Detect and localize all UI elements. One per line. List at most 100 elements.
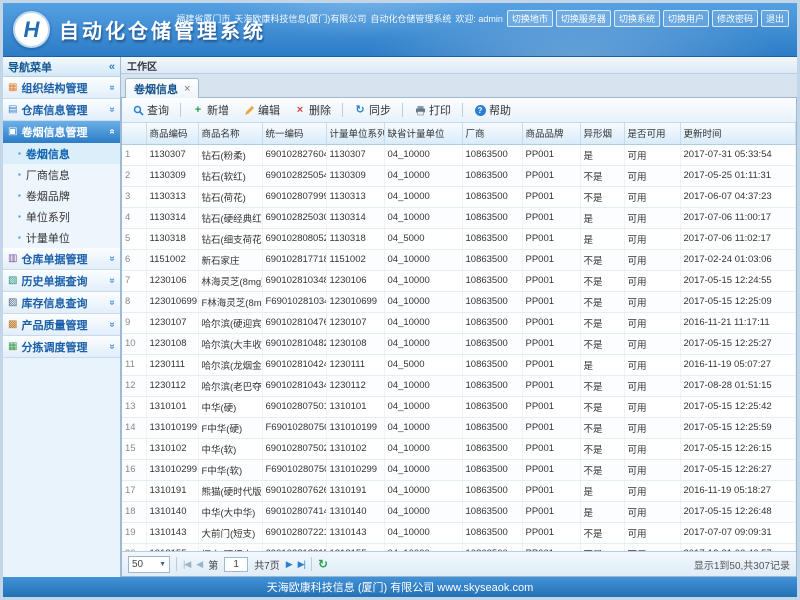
column-header[interactable]: 统一编码 [262,123,326,144]
manufacturer: 10863500 [462,270,522,291]
product-name: 哈尔滨(老巴夺) [198,375,262,396]
switch-user-button[interactable]: 切换用户 [663,10,709,27]
product-code: 1230107 [146,312,198,333]
default-unit: 04_10000 [384,501,462,522]
table-row[interactable]: 131310101中华(硬)6901028075015131010104_100… [122,396,796,417]
table-row[interactable]: 41130314钻石(硬经典红)6901028250306113031404_1… [122,207,796,228]
table-row[interactable]: 61151002新石家庄6901028177184115100204_10000… [122,249,796,270]
query-button[interactable]: 查询 [126,99,175,121]
first-page-button[interactable]: |◀ [183,559,190,570]
table-row[interactable]: 91230107哈尔滨(硬迎宾)6901028104760123010704_1… [122,312,796,333]
default-unit: 04_10000 [384,312,462,333]
sidebar-subitem-measure-unit[interactable]: ▪计量单位 [3,227,120,248]
sync-button[interactable]: ↻同步 [348,99,397,121]
product-code: 131010199 [146,417,198,438]
column-header[interactable]: 异形烟 [580,123,624,144]
tab-cigarette-info[interactable]: 卷烟信息 × [125,78,199,98]
column-header[interactable]: 厂商 [462,123,522,144]
column-header[interactable]: 商品品牌 [522,123,580,144]
availability: 可用 [624,144,680,165]
last-page-button[interactable]: ▶| [298,559,305,570]
table-row[interactable]: 11130307钻石(粉柔)6901028276047113030704_100… [122,144,796,165]
table-row[interactable]: 31130313钻石(荷花)6901028079990113031304_100… [122,186,796,207]
switch-city-button[interactable]: 切换地市 [507,10,553,27]
sidebar-subitem-cigarette-info[interactable]: ▪卷烟信息 [3,143,120,164]
product-code: 1318155 [146,543,198,551]
edit-button[interactable]: 编辑 [237,99,286,121]
brand: PP001 [522,354,580,375]
sort-icon: ▦ [8,341,17,352]
prev-page-button[interactable]: ◀ [196,559,202,570]
table-row[interactable]: 151310102中华(软)6901028075022131010204_100… [122,438,796,459]
sidebar-item-stock-info-query[interactable]: ▨库存信息查询» [3,292,120,314]
table-row[interactable]: 191310143大前门(短支)6901028072212131014304_1… [122,522,796,543]
print-button[interactable]: 打印 [408,99,457,121]
special-shaped-flag: 是 [580,207,624,228]
sidebar-item-history-doc-query[interactable]: ▧历史单据查询» [3,270,120,292]
next-page-button[interactable]: ▶ [286,559,292,570]
column-header[interactable]: 计量单位系列 [326,123,384,144]
column-header[interactable]: 商品编码 [146,123,198,144]
unified-code: 6901028177184 [262,249,326,270]
sidebar-item-product-quality-mgmt[interactable]: ▩产品质量管理» [3,314,120,336]
header-system-name: 自动化仓储管理系统 [370,12,451,25]
refresh-icon[interactable]: ↻ [318,557,328,571]
sidebar-subitem-unit-series[interactable]: ▪单位系列 [3,206,120,227]
change-password-button[interactable]: 修改密码 [712,10,758,27]
table-row[interactable]: 181310140中华(大中华)6901028074148131014004_1… [122,501,796,522]
column-header[interactable]: 缺省计量单位 [384,123,462,144]
grid-toolbar: 查询 +新增编辑×删除 ↻同步打印 ?帮助 [122,98,796,123]
brand: PP001 [522,501,580,522]
row-index: 12 [122,375,146,396]
tab-close-icon[interactable]: × [184,83,190,95]
header-company: 天海欧康科技信息(厦门)有限公司 [234,12,366,25]
table-row[interactable]: 71230106林海灵芝(8mg)6901028103480123010604_… [122,270,796,291]
table-row[interactable]: 121230112哈尔滨(老巴夺)6901028104341123011204_… [122,375,796,396]
sidebar-item-label: 库存信息查询 [21,295,87,311]
unit-series: 1230111 [326,354,384,375]
table-row[interactable]: 14131010199F中华(硬)F6901028075015131010199… [122,417,796,438]
help-button[interactable]: ?帮助 [468,99,517,121]
product-name: 哈尔滨(龙烟金安) [198,354,262,375]
default-unit: 04_10000 [384,333,462,354]
table-row[interactable]: 16131010299F中华(软)F6901028075022131010299… [122,459,796,480]
special-shaped-flag: 是 [580,354,624,375]
grid-scroll-area[interactable]: 商品编码商品名称统一编码计量单位系列缺省计量单位厂商商品品牌异形烟是否可用更新时… [122,123,796,551]
page-number-input[interactable]: 1 [224,557,248,572]
unified-code: F6901028103480 [262,291,326,312]
switch-server-button[interactable]: 切换服务器 [556,10,611,27]
table-row[interactable]: 101230108哈尔滨(大丰收)6901028104821123010804_… [122,333,796,354]
sidebar-item-cigarette-info-mgmt[interactable]: ▣卷烟信息管理» [3,121,120,143]
unified-code: F6901028075015 [262,417,326,438]
column-header[interactable]: 商品名称 [198,123,262,144]
sidebar-item-warehouse-doc-mgmt[interactable]: ▥仓库单据管理» [3,248,120,270]
update-time: 2017-05-25 01:11:31 [680,165,796,186]
sidebar-item-label: 分拣调度管理 [21,339,87,355]
brand: PP001 [522,522,580,543]
column-header[interactable]: 是否可用 [624,123,680,144]
page-size-select[interactable]: 50 ▼ [128,556,170,573]
sidebar-item-org-structure[interactable]: ▦组织结构管理» [3,77,120,99]
table-row[interactable]: 171310191熊猫(硬时代版)6901028076265131019104_… [122,480,796,501]
update-time: 2017-07-07 09:09:31 [680,522,796,543]
switch-system-button[interactable]: 切换系统 [614,10,660,27]
sidebar-subitem-cigarette-brand[interactable]: ▪卷烟品牌 [3,185,120,206]
table-row[interactable]: 8123010699F林海灵芝(8mg)F6901028103480123010… [122,291,796,312]
brand: PP001 [522,291,580,312]
default-unit: 04_10000 [384,270,462,291]
table-row[interactable]: 21130309钻石(软红)6901028250541113030904_100… [122,165,796,186]
table-row[interactable]: 111230111哈尔滨(龙烟金安)6901028104241123011104… [122,354,796,375]
sidebar-item-warehouse-info[interactable]: ▤仓库信息管理» [3,99,120,121]
sidebar-subitem-manufacturer-info[interactable]: ▪厂商信息 [3,164,120,185]
sidebar-title: 导航菜单 [8,59,52,75]
column-header[interactable]: 更新时间 [680,123,796,144]
sidebar-item-sorting-dispatch-mgmt[interactable]: ▦分拣调度管理» [3,336,120,358]
app-header: H 自动化仓储管理系统 福建省厦门市 天海欧康科技信息(厦门)有限公司 自动化仓… [3,3,797,57]
table-row[interactable]: 201318155恒大(硬细支)6901028183155131815504_1… [122,543,796,551]
delete-button[interactable]: ×删除 [288,99,337,121]
add-button[interactable]: +新增 [186,99,235,121]
unified-code: F6901028075022 [262,459,326,480]
table-row[interactable]: 51130318钻石(细支荷花)6901028080521113031804_5… [122,228,796,249]
logout-button[interactable]: 退出 [761,10,789,27]
sidebar-collapse-icon[interactable]: « [109,61,115,73]
